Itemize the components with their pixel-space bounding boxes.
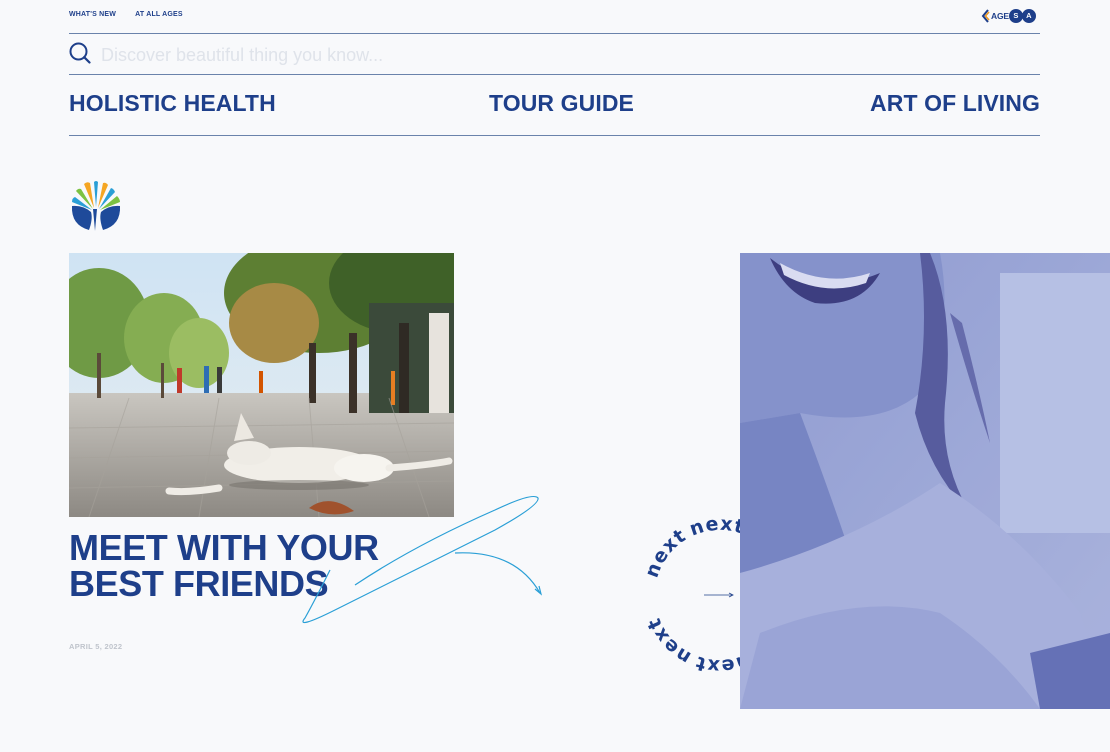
nav-whats-new[interactable]: WHAT'S NEW	[69, 11, 116, 18]
svg-text:next: next	[641, 524, 691, 580]
brand-name: AGE	[991, 10, 1009, 21]
divider-search	[69, 74, 1040, 75]
chevron-logo-icon	[981, 8, 990, 23]
tree-logo-icon	[71, 181, 121, 231]
brand-s: S	[1008, 8, 1023, 23]
search-icon[interactable]	[69, 42, 91, 64]
next-ring-text: next next next next	[641, 515, 752, 675]
article-title-line1: MEET WITH YOUR	[69, 527, 379, 568]
category-art-of-living[interactable]: ART OF LIVING	[870, 90, 1040, 117]
divider-top	[69, 33, 1040, 34]
nav-at-all-ages[interactable]: AT ALL AGES	[135, 11, 183, 18]
article-image[interactable]	[69, 253, 454, 517]
svg-text:next: next	[687, 515, 748, 540]
top-nav: WHAT'S NEW AT ALL AGES	[69, 11, 183, 18]
article-title-line2: BEST FRIENDS	[69, 563, 329, 604]
right-arrow-icon	[704, 592, 734, 598]
svg-text:next: next	[643, 614, 695, 668]
category-holistic-health[interactable]: HOLISTIC HEALTH	[69, 90, 276, 117]
divider-categories	[69, 135, 1040, 136]
category-tour-guide[interactable]: TOUR GUIDE	[489, 90, 634, 117]
featured-portrait-image[interactable]	[740, 253, 1110, 709]
brand-sa-mark: S A	[1008, 8, 1036, 23]
article-date: APRIL 5, 2022	[69, 642, 123, 651]
article-title[interactable]: MEET WITH YOUR BEST FRIENDS	[69, 530, 469, 602]
brand-a: A	[1021, 8, 1036, 23]
search-input[interactable]	[99, 40, 703, 70]
brand-logo[interactable]: AGE S A	[981, 7, 1041, 24]
